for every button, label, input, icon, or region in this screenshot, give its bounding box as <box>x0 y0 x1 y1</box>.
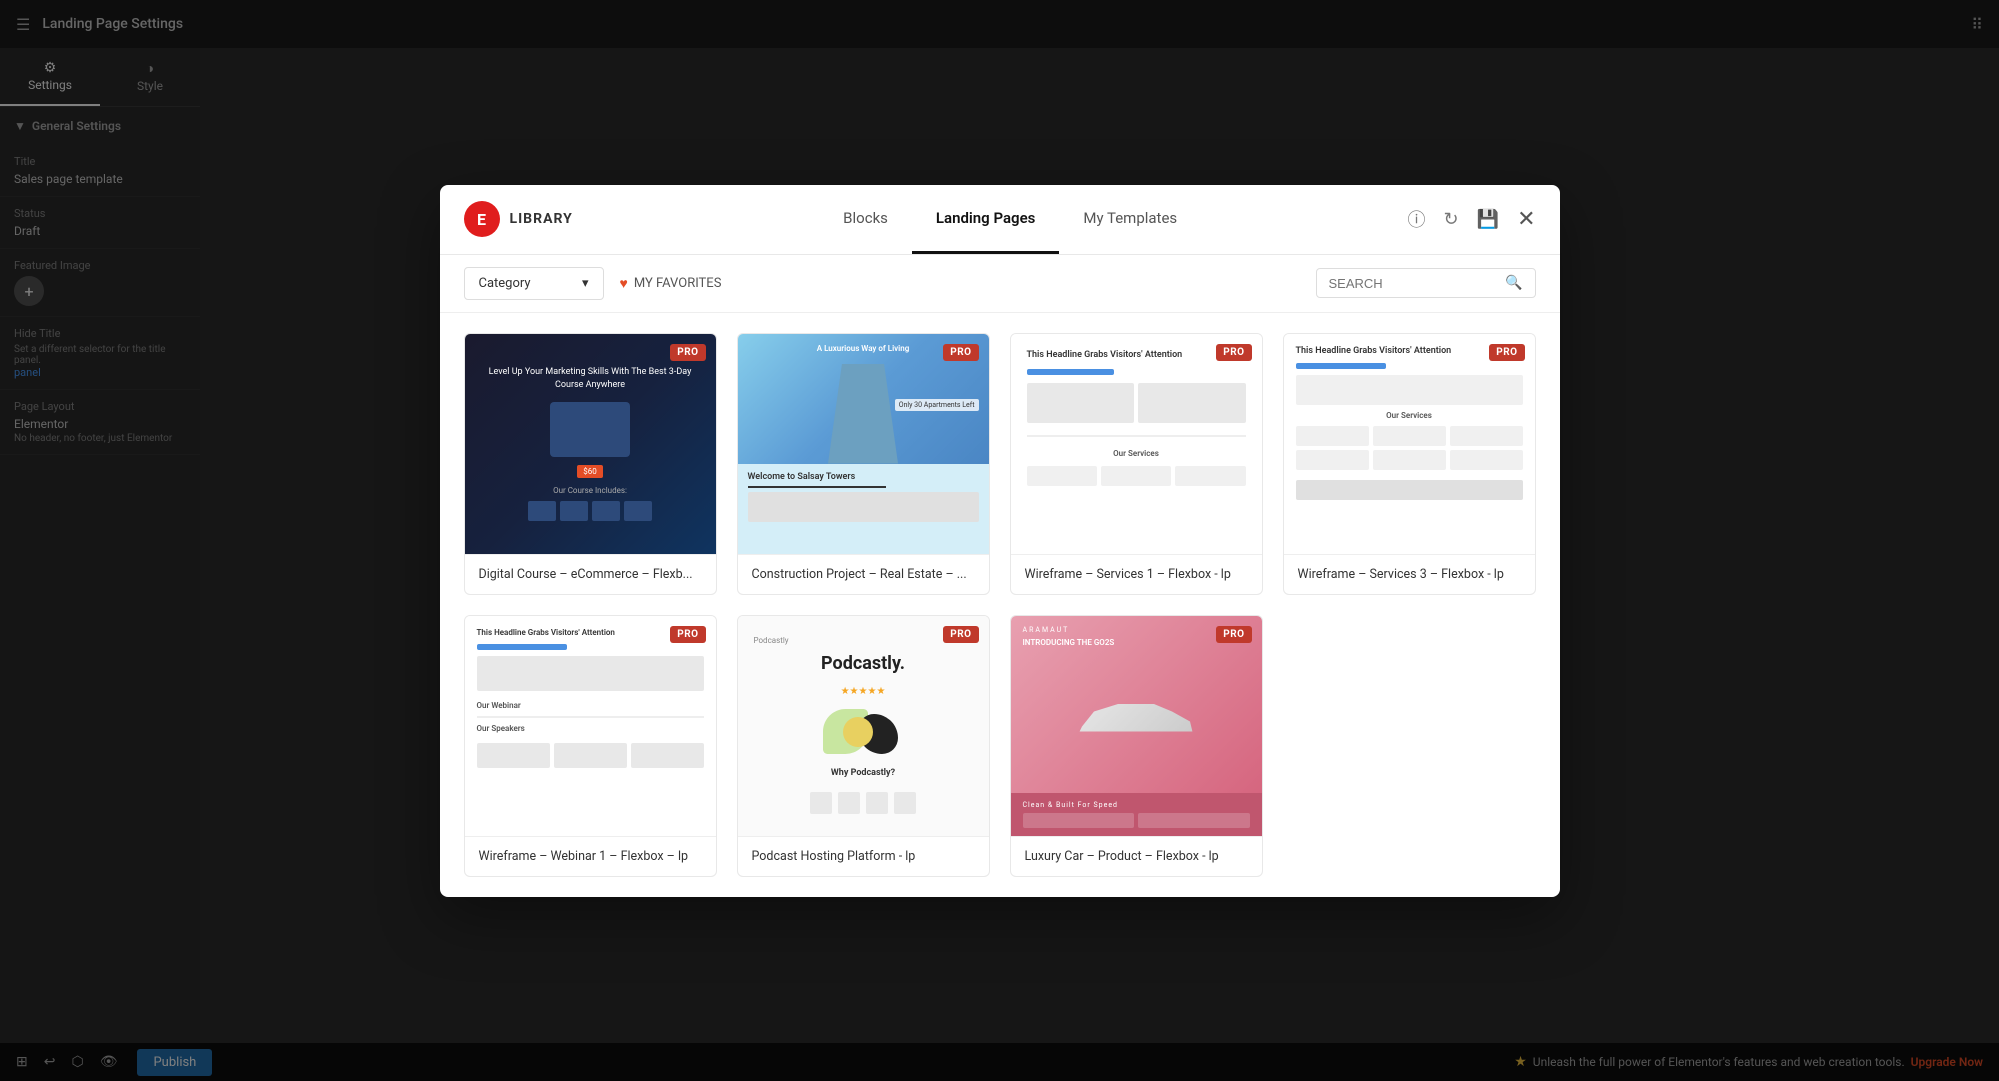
pro-badge: PRO <box>1489 344 1524 361</box>
tab-blocks[interactable]: Blocks <box>819 185 912 255</box>
modal-tabs: Blocks Landing Pages My Templates <box>613 185 1408 255</box>
template-card[interactable]: PRO This Headline Grabs Visitors' Attent… <box>1010 333 1263 595</box>
heart-icon: ♥ <box>620 275 628 292</box>
search-container: 🔍 <box>1316 268 1536 298</box>
search-input[interactable] <box>1329 276 1506 291</box>
modal-toolbar: Category ▾ ♥ MY FAVORITES 🔍 <box>440 255 1560 313</box>
template-thumbnail: PRO Podcastly Podcastly. ★★★★★ Why Podca… <box>738 616 989 836</box>
pro-badge: PRO <box>1216 344 1251 361</box>
template-title: Construction Project – Real Estate – ... <box>738 554 989 594</box>
modal-header-icons: ⓘ ↻ 💾 ✕ <box>1408 206 1536 232</box>
pro-badge: PRO <box>943 626 978 643</box>
pro-badge: PRO <box>943 344 978 361</box>
template-title: Wireframe – Services 3 – Flexbox - lp <box>1284 554 1535 594</box>
template-thumbnail: PRO Level Up Your Marketing Skills With … <box>465 334 716 554</box>
search-icon: 🔍 <box>1505 275 1522 291</box>
save-icon[interactable]: 💾 <box>1477 209 1499 230</box>
template-thumbnail: PRO This Headline Grabs Visitors' Attent… <box>1011 334 1262 554</box>
pro-badge: PRO <box>1216 626 1251 643</box>
info-icon[interactable]: ⓘ <box>1408 206 1426 232</box>
template-thumbnail: PRO This Headline Grabs Visitors' Attent… <box>465 616 716 836</box>
car-silhouette <box>1076 697 1196 747</box>
close-button[interactable]: ✕ <box>1517 207 1535 232</box>
category-dropdown[interactable]: Category ▾ <box>464 267 604 300</box>
template-thumbnail: PRO This Headline Grabs Visitors' Attent… <box>1284 334 1535 554</box>
template-title: Wireframe – Webinar 1 – Flexbox – lp <box>465 836 716 876</box>
pro-badge: PRO <box>670 626 705 643</box>
pro-badge: PRO <box>670 344 705 361</box>
refresh-icon[interactable]: ↻ <box>1444 209 1459 230</box>
template-card[interactable]: PRO ARAMAUT INTRODUCING THE GO2S Clean &… <box>1010 615 1263 877</box>
chevron-down-icon: ▾ <box>582 276 589 291</box>
library-title: LIBRARY <box>510 211 573 227</box>
elementor-logo: E <box>464 201 500 237</box>
template-card[interactable]: PRO This Headline Grabs Visitors' Attent… <box>464 615 717 877</box>
template-thumbnail: PRO A Luxurious Way of Living Only 30 Ap… <box>738 334 989 554</box>
modal-overlay: E LIBRARY Blocks Landing Pages My Templa… <box>0 0 1999 1081</box>
library-modal: E LIBRARY Blocks Landing Pages My Templa… <box>440 185 1560 897</box>
template-card[interactable]: PRO Podcastly Podcastly. ★★★★★ Why Podca… <box>737 615 990 877</box>
template-thumbnail: PRO ARAMAUT INTRODUCING THE GO2S Clean &… <box>1011 616 1262 836</box>
template-card[interactable]: PRO A Luxurious Way of Living Only 30 Ap… <box>737 333 990 595</box>
tab-my-templates[interactable]: My Templates <box>1059 185 1201 255</box>
template-card[interactable]: PRO This Headline Grabs Visitors' Attent… <box>1283 333 1536 595</box>
modal-header: E LIBRARY Blocks Landing Pages My Templa… <box>440 185 1560 255</box>
template-card[interactable]: PRO Level Up Your Marketing Skills With … <box>464 333 717 595</box>
template-title: Digital Course – eCommerce – Flexb... <box>465 554 716 594</box>
tab-landing-pages[interactable]: Landing Pages <box>912 185 1059 255</box>
template-title: Luxury Car – Product – Flexbox - lp <box>1011 836 1262 876</box>
podcast-brand: Podcastly <box>754 636 789 645</box>
favorites-button[interactable]: ♥ MY FAVORITES <box>620 275 722 292</box>
template-title: Podcast Hosting Platform - lp <box>738 836 989 876</box>
template-title: Wireframe – Services 1 – Flexbox - lp <box>1011 554 1262 594</box>
templates-grid: PRO Level Up Your Marketing Skills With … <box>440 313 1560 897</box>
